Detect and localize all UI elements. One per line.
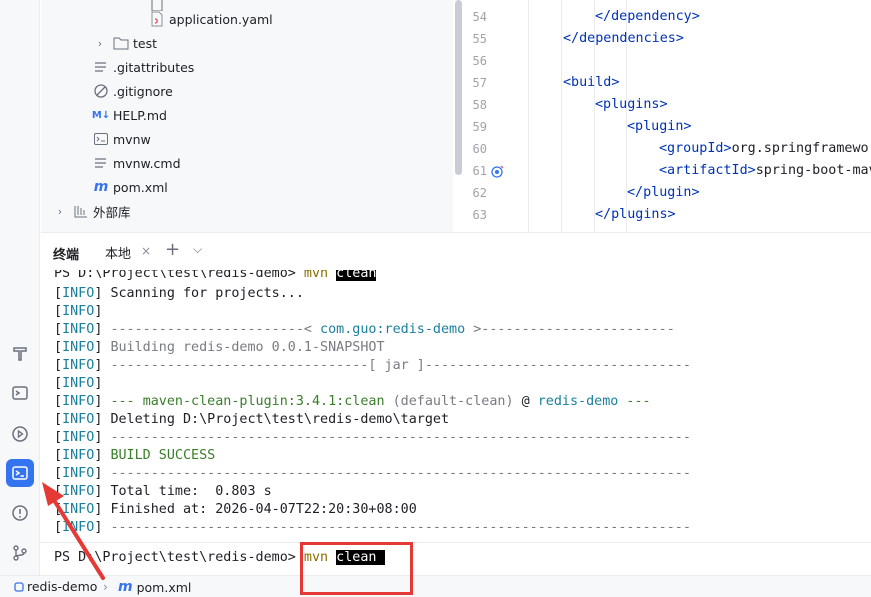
code-line: <groupId>org.springframewor [659,141,871,156]
terminal-line: [INFO] --------------------------------[… [54,358,691,373]
tab-label: 本地 [105,246,132,262]
tree-item-test[interactable]: › test [93,31,157,55]
line-number: 59 [472,120,487,134]
indent-guide [561,0,562,232]
problems-icon [12,505,28,521]
terminal-line: [INFO] [54,304,103,319]
terminal-line: [INFO] ---------------------------------… [54,520,691,535]
maven-file-icon: m [118,579,133,595]
highlight-box [300,542,413,595]
hammer-icon [13,347,27,361]
tree-item-external-libraries[interactable]: › 外部库 [53,199,131,223]
divider [41,542,871,543]
run-tool-button[interactable] [6,420,34,448]
line-number: 60 [472,142,487,156]
code-line: </plugins> [595,207,676,222]
editor-gutter: 54 55 56 57 58 59 60 61 62 63 [463,0,528,232]
git-tool-button[interactable] [6,539,34,567]
add-tab-icon[interactable]: + [165,239,180,260]
breadcrumb-file[interactable]: m pom.xml [118,579,191,595]
line-number: 58 [472,98,487,112]
tree-item-label: 外部库 [93,204,131,220]
tool-window-strip [0,0,40,575]
chevron-right-icon: › [57,204,63,218]
line-number: 56 [472,54,487,68]
tree-item-label: .gitignore [113,83,173,99]
tree-item-gitattributes[interactable]: .gitattributes [93,55,194,79]
terminal-line: [INFO] BUILD SUCCESS [54,448,216,463]
terminal-line: [INFO] --- maven-clean-plugin:3.4.1:clea… [54,394,651,409]
yaml-file-icon [149,11,165,27]
terminal-header: 终端 本地 × + ⌵ [41,232,871,270]
tree-scrollbar-thumb[interactable] [455,0,462,175]
line-number: 57 [472,76,487,90]
line-number: 54 [472,10,487,24]
tree-item-mvnw-cmd[interactable]: mvnw.cmd [93,151,181,175]
maven-file-icon: m [93,179,109,195]
git-branch-icon [13,545,27,561]
line-number: 61 [472,164,487,178]
tree-item-help-md[interactable]: M↓ HELP.md [91,103,167,127]
maven-goal-gutter-icon[interactable] [491,165,504,178]
console-run-icon [12,386,28,400]
code-line: <plugin> [627,119,692,134]
code-line: <artifactId>spring-boot-mav [659,163,871,178]
terminal-title: 终端 [53,248,80,263]
tree-item-label: test [133,35,158,51]
terminal-line: [INFO] Finished at: 2026-04-07T22:20:30+… [54,502,417,517]
tree-item-gitignore[interactable]: .gitignore [93,79,173,103]
code-editor[interactable]: 54 55 56 57 58 59 60 61 62 63 </dependen… [463,0,871,232]
terminal-line: [INFO] Total time: 0.803 s [54,484,272,499]
terminal-icon [12,466,28,480]
tree-item-label: HELP.md [113,107,167,123]
terminal-line: PS D:\Project\test\redis-demo> mvn clean [54,270,377,283]
tree-item-label: application.yaml [169,11,273,27]
text-file-icon [93,155,109,171]
terminal-line: [INFO] Deleting D:\Project\test\redis-de… [54,412,450,427]
terminal-output[interactable]: PS D:\Project\test\redis-demo> mvn clean… [41,270,871,575]
terminal-line: [INFO] Building redis-demo 0.0.1-SNAPSHO… [54,340,385,355]
line-number: 63 [472,208,487,222]
build-tool-button[interactable] [6,340,34,368]
terminal-line: [INFO] Scanning for projects... [54,286,304,301]
ignore-file-icon [93,83,109,99]
status-bar: redis-demo › m pom.xml [0,575,871,597]
project-tree: application.yaml › test .gitattributes .… [41,0,453,232]
terminal-line: [INFO] ------------------------< com.guo… [54,322,675,337]
breadcrumb-separator: › [103,579,108,594]
run-icon [12,426,28,442]
indent-guide [528,0,529,232]
folder-icon [113,35,129,51]
tree-item-label: mvnw [113,131,151,147]
code-line: <plugins> [595,97,668,112]
tree-item-label: pom.xml [113,179,168,195]
problems-tool-button[interactable] [6,499,34,527]
code-line: </dependency> [595,9,700,24]
library-icon [73,203,89,219]
terminal-line: [INFO] ---------------------------------… [54,466,691,481]
tree-item-mvnw[interactable]: mvnw [93,127,151,151]
chevron-right-icon: › [97,36,103,50]
services-tool-button[interactable] [6,380,34,408]
shell-script-icon [93,131,109,147]
terminal-line: [INFO] [54,376,103,391]
text-file-icon [93,59,109,75]
code-line: </dependencies> [563,31,684,46]
terminal-tool-button[interactable] [6,459,34,487]
tree-item-label: mvnw.cmd [113,155,181,171]
tree-item-label: .gitattributes [113,59,195,75]
code-line: <build> [563,75,620,90]
tree-item-application-yaml[interactable]: application.yaml [149,7,273,31]
chevron-down-icon[interactable]: ⌵ [193,242,202,257]
line-number: 62 [472,186,487,200]
close-icon[interactable]: × [141,244,151,258]
module-icon [14,581,24,592]
tab-local[interactable]: 本地 [99,241,137,263]
tree-item-pom-xml[interactable]: m pom.xml [93,175,168,199]
code-line: </plugin> [627,185,700,200]
breadcrumb-project[interactable]: redis-demo [14,579,97,594]
line-number: 55 [472,32,487,46]
terminal-line: [INFO] ---------------------------------… [54,430,691,445]
markdown-file-icon: M↓ [91,109,111,121]
